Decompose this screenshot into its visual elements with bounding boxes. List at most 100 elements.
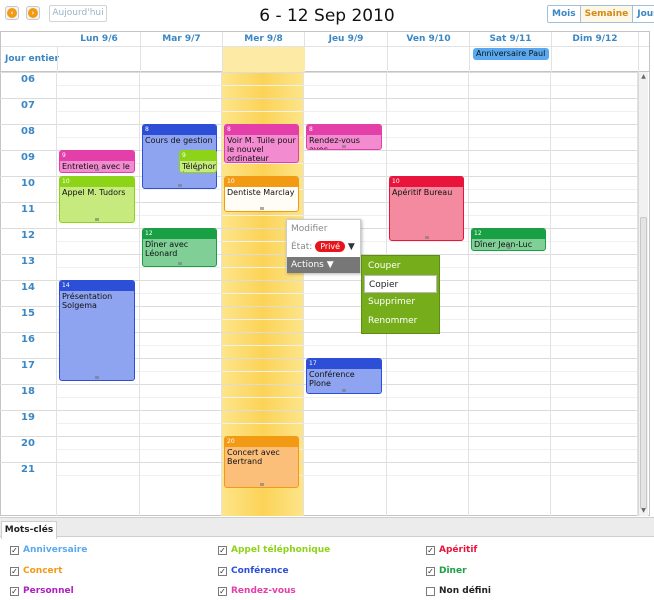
tag-checkbox[interactable]: ✓: [10, 545, 19, 555]
calendar-event[interactable]: 9Entretien avec le ...: [59, 150, 135, 174]
event-time: 8: [143, 125, 216, 135]
tag-label: Appel téléphonique: [231, 545, 331, 555]
tag-label: Apéritif: [439, 545, 478, 555]
calendar-event[interactable]: 10 Apéritif Bureau: [389, 176, 464, 241]
column-divider: [551, 46, 552, 73]
today-all-day-highlight: [223, 47, 305, 72]
state-dropdown-icon[interactable]: ▼: [348, 242, 355, 252]
calendar-event[interactable]: 9Téléphone à M...: [179, 150, 217, 174]
event-time: 8: [307, 125, 381, 135]
tag-label: Non défini: [439, 586, 491, 596]
calendar-event[interactable]: 12 Dîner Jean-Luc: [471, 228, 546, 252]
calendar-event[interactable]: 12 Dîner avec Léonard: [142, 228, 217, 267]
tag-filter[interactable]: ✓ Appel téléphonique: [218, 545, 330, 555]
delete-menu-item[interactable]: Supprimer: [366, 293, 436, 311]
scroll-down-icon[interactable]: ▼: [640, 507, 647, 515]
tag-filter[interactable]: ✓ Rendez-vous: [218, 586, 296, 596]
event-time: 14: [60, 281, 134, 291]
tag-label: Personnel: [23, 586, 74, 596]
scroll-up-icon[interactable]: ▲: [640, 73, 647, 81]
modify-menu-item[interactable]: Modifier: [291, 224, 327, 234]
column-divider: [468, 72, 469, 516]
tab-tags[interactable]: Mots-clés: [1, 521, 57, 539]
rename-menu-item[interactable]: Renommer: [366, 312, 436, 330]
hour-label: 15: [21, 308, 35, 319]
calendar-event[interactable]: 8 Voir M. Tuile pour le nouvel ordinateur: [224, 124, 299, 163]
calendar-event[interactable]: 14 Présentation Solgema: [59, 280, 135, 382]
resize-handle[interactable]: [342, 389, 346, 393]
hour-label: 20: [21, 438, 35, 449]
resize-handle[interactable]: [259, 483, 264, 486]
calendar-event[interactable]: 20 Concert avec Bertrand: [224, 436, 299, 488]
day-header[interactable]: Sat 9/11: [470, 32, 552, 46]
hour-line: [0, 436, 638, 437]
resize-handle[interactable]: [424, 236, 429, 239]
tag-checkbox[interactable]: ✓: [218, 586, 227, 596]
day-header[interactable]: Dim 9/12: [552, 32, 639, 46]
day-header[interactable]: Ven 9/10: [388, 32, 470, 46]
tag-filter[interactable]: ✓ Dîner: [426, 566, 467, 576]
scrollbar-thumb[interactable]: [640, 217, 647, 509]
actions-menu-item[interactable]: Actions ▼: [287, 257, 360, 273]
tag-filter[interactable]: Non défini: [426, 586, 491, 596]
column-divider: [550, 72, 551, 516]
view-day-button[interactable]: Jour: [633, 6, 654, 22]
all-day-label: Jour entier: [5, 54, 59, 64]
resize-handle[interactable]: [506, 246, 511, 250]
time-grid-scrollbar[interactable]: ▲ ▼: [638, 72, 648, 516]
event-title: Entretien avec le ...: [62, 162, 130, 172]
event-title: Apéritif Bureau: [392, 188, 453, 197]
tag-checkbox[interactable]: [426, 586, 435, 596]
tags-bar: Mots-clés: [0, 517, 654, 539]
event-title: Concert avec Bertrand: [227, 448, 280, 466]
tag-checkbox[interactable]: ✓: [218, 545, 227, 555]
calendar-toolbar: ‹ › Aujourd'hui 6 - 12 Sep 2010 Mois Sem…: [0, 0, 654, 32]
event-time: 10: [390, 177, 463, 187]
day-header[interactable]: Mer 9/8: [223, 32, 305, 46]
event-title: Dentiste Marclay: [227, 188, 295, 197]
tag-label: Anniversaire: [23, 545, 88, 555]
tag-filter[interactable]: ✓ Conférence: [218, 566, 289, 576]
copy-menu-item[interactable]: Copier: [364, 275, 437, 293]
event-title: Conférence Plone: [309, 370, 355, 388]
resize-handle[interactable]: [95, 168, 99, 172]
state-badge[interactable]: Privé: [315, 241, 346, 252]
calendar-event[interactable]: 17 Conférence Plone: [306, 358, 382, 395]
state-label: État: [291, 242, 310, 252]
cut-menu-item[interactable]: Couper: [366, 257, 436, 275]
tag-filter[interactable]: ✓ Personnel: [10, 586, 74, 596]
view-week-button[interactable]: Semaine: [580, 6, 634, 22]
event-time: 12: [143, 229, 216, 239]
calendar-event[interactable]: 10 Dentiste Marclay: [224, 176, 299, 213]
all-day-event[interactable]: Anniversaire Paul: [473, 48, 549, 60]
calendar-event[interactable]: 8 Rendez-vous avec ...: [306, 124, 382, 150]
column-divider: [387, 46, 388, 73]
tag-filter[interactable]: ✓ Anniversaire: [10, 545, 87, 555]
tag-checkbox[interactable]: ✓: [426, 566, 435, 576]
column-divider: [469, 46, 470, 73]
resize-handle[interactable]: [196, 168, 200, 172]
tag-checkbox[interactable]: ✓: [10, 566, 19, 576]
calendar-event[interactable]: 10 Appel M. Tudors: [59, 176, 135, 223]
tag-checkbox[interactable]: ✓: [426, 545, 435, 555]
actions-submenu: Couper Copier Supprimer Renommer: [361, 255, 440, 334]
event-title: Présentation Solgema: [62, 292, 113, 310]
resize-handle[interactable]: [259, 207, 264, 211]
resize-handle[interactable]: [177, 184, 182, 187]
tag-checkbox[interactable]: ✓: [218, 566, 227, 576]
view-month-button[interactable]: Mois: [548, 6, 581, 22]
tag-checkbox[interactable]: ✓: [10, 586, 19, 596]
day-header[interactable]: Lun 9/6: [58, 32, 141, 46]
resize-handle[interactable]: [342, 145, 346, 148]
hour-label: 08: [21, 126, 35, 137]
tag-label: Rendez-vous: [231, 586, 296, 596]
hour-line: [0, 462, 638, 463]
day-header[interactable]: Jeu 9/9: [305, 32, 388, 46]
day-header[interactable]: Mar 9/7: [141, 32, 223, 46]
tag-filter[interactable]: ✓ Apéritif: [426, 545, 477, 555]
resize-handle[interactable]: [259, 158, 264, 161]
resize-handle[interactable]: [177, 262, 182, 265]
tag-filter[interactable]: ✓ Concert: [10, 566, 62, 576]
resize-handle[interactable]: [95, 217, 99, 221]
resize-handle[interactable]: [95, 376, 99, 380]
